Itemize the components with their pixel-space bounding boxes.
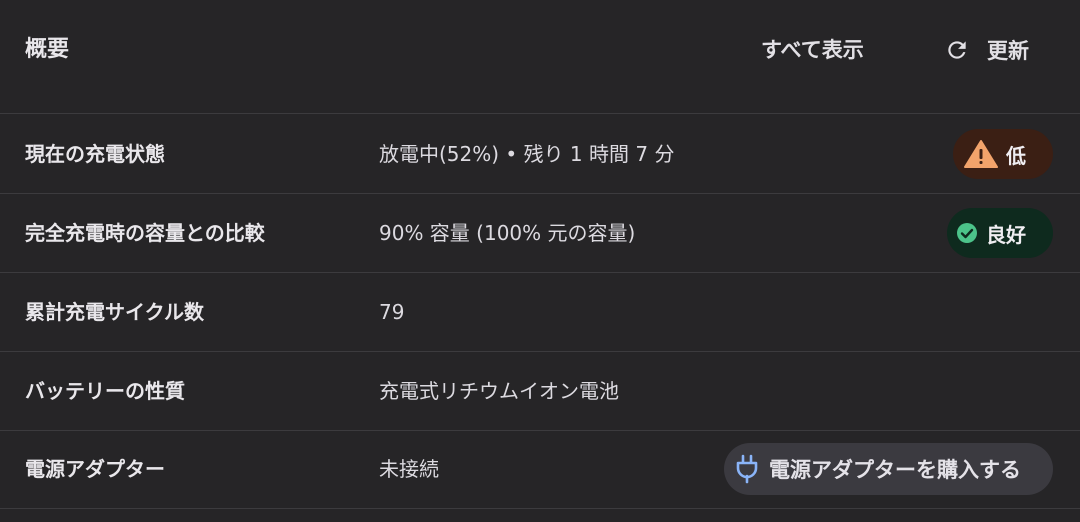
- row-value: 90% 容量 (100% 元の容量): [379, 221, 636, 245]
- buy-power-adapter-button[interactable]: 電源アダプターを購入する: [724, 443, 1053, 495]
- row-battery-chemistry: バッテリーの性質 充電式リチウムイオン電池: [0, 352, 1080, 431]
- battery-overview-panel: 概要 すべて表示 更新 現在の充電状態 放電中(52%) • 残り 1 時間 7…: [0, 0, 1080, 522]
- page-title: 概要: [25, 37, 70, 62]
- row-label: 完全充電時の容量との比較: [25, 221, 265, 245]
- row-label: 累計充電サイクル数: [25, 300, 204, 324]
- row-value: 79: [379, 300, 405, 324]
- plug-icon: [735, 454, 759, 484]
- status-badge-low: 低: [953, 129, 1053, 179]
- row-value: 未接続: [379, 457, 439, 481]
- buy-button-label: 電源アダプターを購入する: [769, 458, 1021, 482]
- row-value: 放電中(52%) • 残り 1 時間 7 分: [379, 142, 675, 166]
- refresh-label: 更新: [987, 39, 1029, 63]
- row-charge-state: 現在の充電状態 放電中(52%) • 残り 1 時間 7 分 低: [0, 115, 1080, 194]
- row-label: バッテリーの性質: [25, 379, 185, 403]
- row-cycle-count: 累計充電サイクル数 79: [0, 273, 1080, 352]
- warning-icon: [964, 139, 998, 169]
- row-power-adapter: 電源アダプター 未接続 電源アダプターを購入する: [0, 430, 1080, 509]
- badge-label: 良好: [986, 222, 1026, 247]
- row-value: 充電式リチウムイオン電池: [379, 379, 619, 403]
- badge-label: 低: [1006, 143, 1026, 168]
- overview-header: 概要 すべて表示 更新: [0, 0, 1080, 114]
- status-badge-good: 良好: [947, 208, 1053, 258]
- show-all-button[interactable]: すべて表示: [761, 35, 864, 65]
- row-full-charge-capacity: 完全充電時の容量との比較 90% 容量 (100% 元の容量) 良好: [0, 194, 1080, 273]
- row-label: 現在の充電状態: [25, 142, 165, 166]
- check-circle-icon: [956, 222, 978, 244]
- refresh-button[interactable]: 更新: [944, 33, 1029, 67]
- row-label: 電源アダプター: [25, 457, 165, 481]
- refresh-icon: [944, 37, 970, 63]
